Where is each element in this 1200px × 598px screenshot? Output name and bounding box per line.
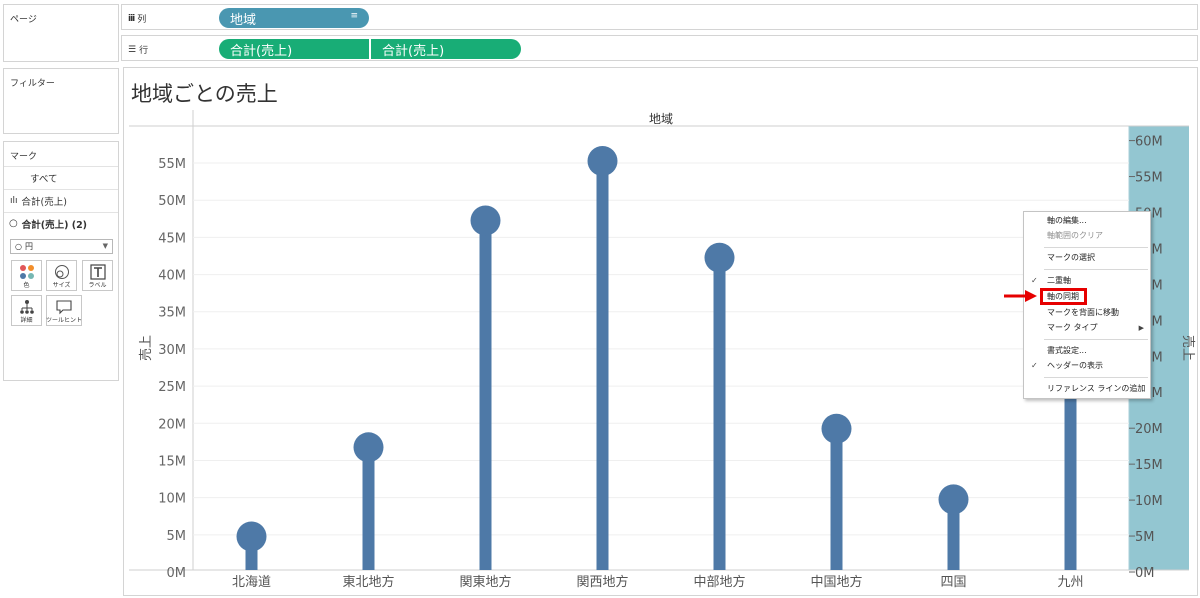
lollipop-bar[interactable] [830, 428, 843, 570]
y2-tick-label: 0M [1135, 566, 1155, 581]
x-tick-label: 北海道 [232, 575, 271, 590]
menu-dual-axis[interactable]: ✓ 二重軸 [1024, 274, 1150, 288]
x-tick-label: 九州 [1057, 575, 1083, 590]
x-tick-label: 関東地方 [459, 574, 511, 590]
lollipop-bar[interactable] [596, 161, 609, 570]
y2-tick-label: 60M [1135, 135, 1163, 150]
check-icon: ✓ [1031, 276, 1038, 285]
menu-format-label: 書式設定... [1047, 346, 1087, 355]
menu-edit-axis[interactable]: 軸の編集... [1024, 214, 1150, 228]
y2-tick-label: 5M [1135, 530, 1155, 545]
y2-tick-label: 10M [1135, 494, 1163, 509]
lollipop-circle[interactable] [470, 205, 501, 236]
annotation-arrow-icon [1004, 290, 1037, 302]
y-tick-label: 35M [158, 306, 186, 321]
y-tick-label: 55M [158, 157, 186, 172]
lollipop-circle[interactable] [704, 242, 735, 273]
y-tick-label: 20M [158, 417, 186, 432]
annotation-highlight-box [1040, 288, 1087, 305]
menu-separator [1044, 269, 1148, 270]
x-tick-label: 中部地方 [693, 574, 745, 590]
y-tick-label: 25M [158, 380, 186, 395]
y-tick-label: 5M [167, 529, 187, 544]
menu-separator [1044, 247, 1148, 248]
check-icon: ✓ [1031, 361, 1038, 370]
menu-edit-axis-label: 軸の編集... [1047, 216, 1087, 225]
y-axis-title: 売上 [138, 335, 154, 361]
y-tick-label: 30M [158, 343, 186, 358]
menu-mark-type-label: マーク タイプ [1047, 323, 1098, 332]
menu-move-marks-back-label: マークを背面に移動 [1047, 308, 1119, 317]
y-tick-label: 15M [158, 454, 186, 469]
lollipop-circle[interactable] [353, 432, 384, 463]
lollipop-bar[interactable] [479, 220, 492, 570]
menu-separator [1044, 339, 1148, 340]
lollipop-circle[interactable] [821, 413, 852, 444]
y-tick-label: 0M [167, 566, 187, 581]
submenu-arrow-icon: ▶ [1138, 324, 1144, 332]
lollipop-circle[interactable] [938, 484, 969, 515]
menu-add-reference-line[interactable]: リファレンス ラインの追加 [1024, 382, 1150, 396]
y-tick-label: 50M [158, 194, 186, 209]
menu-separator [1044, 377, 1148, 378]
lollipop-circle[interactable] [236, 521, 267, 552]
menu-show-header-label: ヘッダーの表示 [1047, 361, 1103, 370]
lollipop-bar[interactable] [713, 257, 726, 570]
y2-axis-title: 売上 [1180, 335, 1196, 361]
menu-clear-axis-range-label: 軸範囲のクリア [1047, 231, 1103, 240]
menu-select-marks[interactable]: マークの選択 [1024, 251, 1150, 265]
axis-context-menu: 軸の編集... 軸範囲のクリア マークの選択 ✓ 二重軸 軸の同期 マークを背面に… [1023, 211, 1151, 399]
menu-add-reference-line-label: リファレンス ラインの追加 [1047, 384, 1146, 393]
y2-tick-label: 15M [1135, 458, 1163, 473]
x-tick-label: 関西地方 [576, 574, 628, 590]
menu-select-marks-label: マークの選択 [1047, 253, 1095, 262]
menu-dual-axis-label: 二重軸 [1047, 276, 1071, 285]
x-tick-label: 中国地方 [810, 574, 862, 590]
menu-clear-axis-range: 軸範囲のクリア [1024, 229, 1150, 243]
y2-tick-label: 55M [1135, 171, 1163, 186]
lollipop-circle[interactable] [587, 146, 618, 177]
x-tick-label: 東北地方 [342, 574, 394, 590]
y-tick-label: 40M [158, 269, 186, 284]
column-header-title: 地域 [649, 112, 673, 126]
y-tick-label: 45M [158, 231, 186, 246]
menu-mark-type[interactable]: マーク タイプ ▶ [1024, 321, 1150, 335]
lollipop-bar[interactable] [362, 447, 375, 570]
y2-tick-label: 20M [1135, 422, 1163, 437]
menu-format[interactable]: 書式設定... [1024, 344, 1150, 358]
x-tick-label: 四国 [940, 575, 966, 590]
menu-show-header[interactable]: ✓ ヘッダーの表示 [1024, 359, 1150, 373]
y-tick-label: 10M [158, 492, 186, 507]
menu-move-marks-back[interactable]: マークを背面に移動 [1024, 306, 1150, 320]
